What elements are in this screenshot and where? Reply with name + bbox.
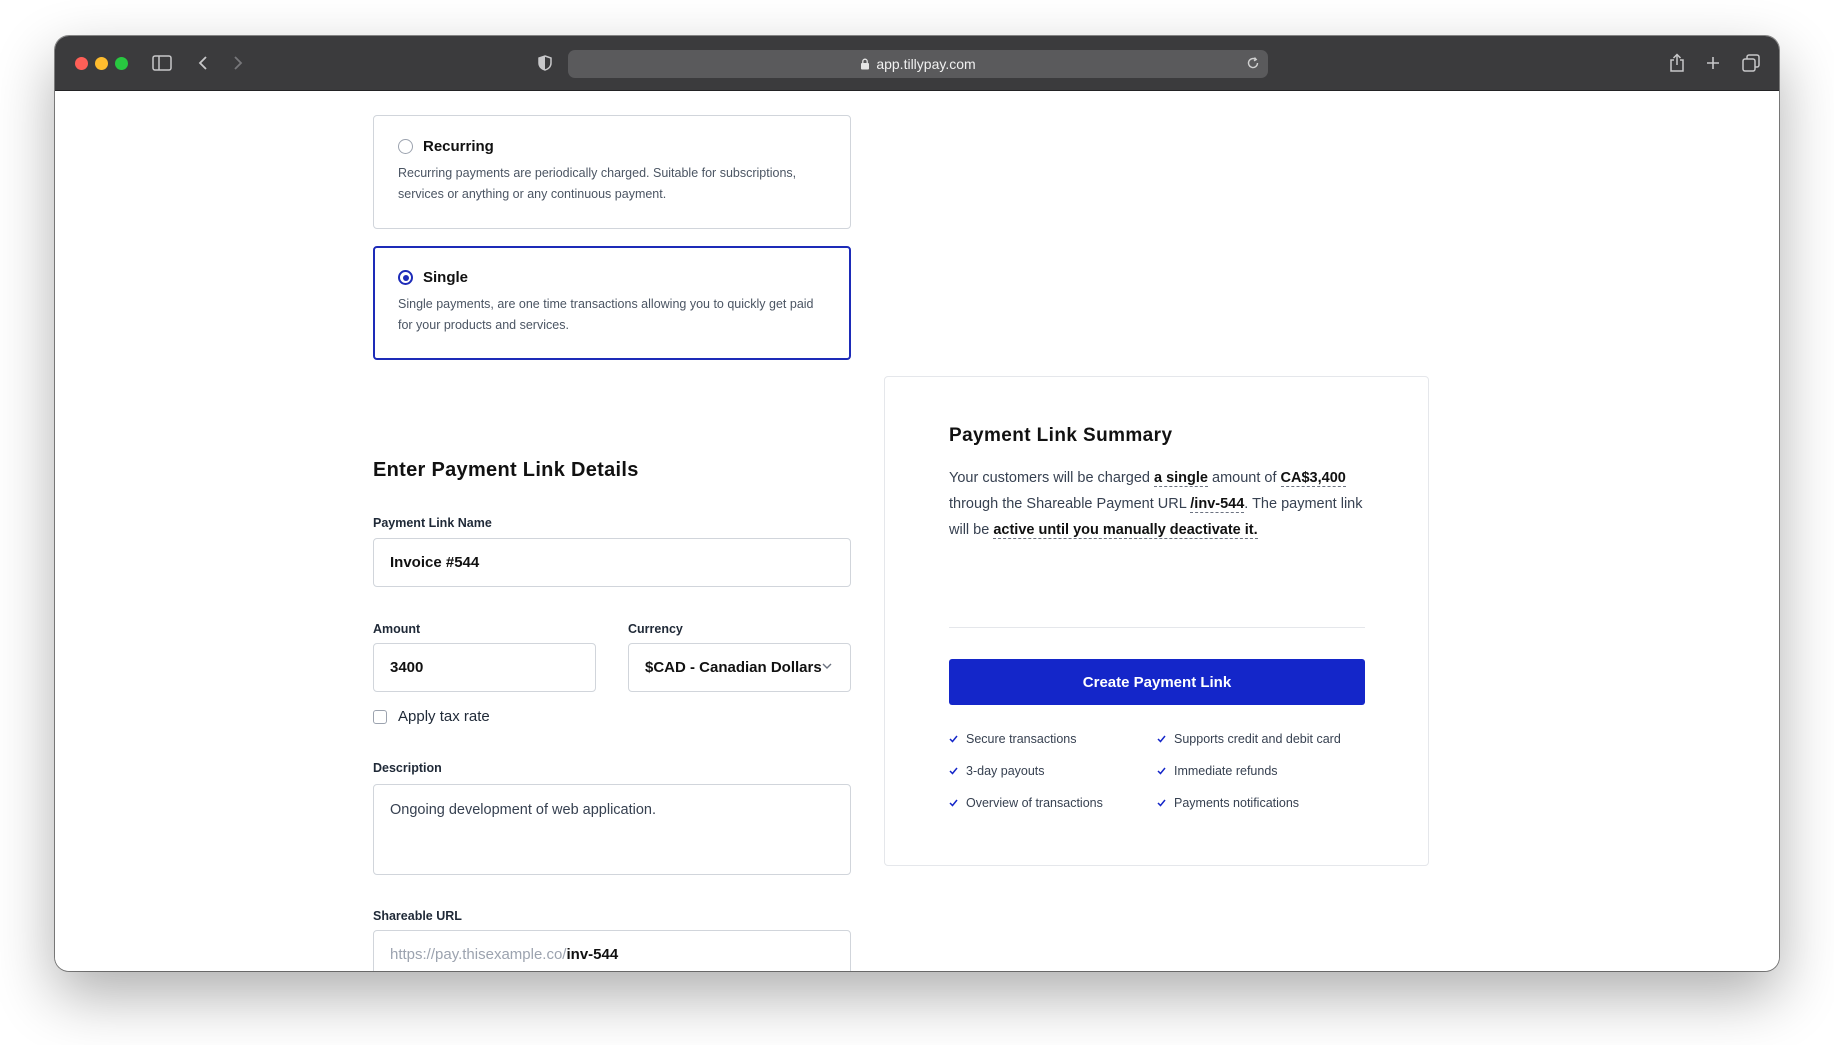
feature-item: Supports credit and debit card: [1157, 732, 1341, 746]
checkmark-icon: [949, 735, 958, 743]
shareable-url-label: Shareable URL: [373, 909, 462, 923]
feature-label: Supports credit and debit card: [1174, 732, 1341, 746]
option-title: Single: [423, 269, 469, 286]
currency-label: Currency: [628, 622, 683, 636]
url-prefix: https://pay.thisexample.co/: [390, 946, 567, 963]
summary-text-part: Your customers will be charged: [949, 470, 1154, 486]
chevron-down-icon: [822, 663, 832, 670]
summary-url: /inv-544: [1190, 496, 1245, 513]
feature-label: Secure transactions: [966, 732, 1077, 746]
recurring-radio[interactable]: [398, 139, 413, 154]
feature-item: Payments notifications: [1157, 796, 1299, 810]
summary-title: Payment Link Summary: [949, 425, 1173, 446]
name-label: Payment Link Name: [373, 516, 492, 530]
feature-label: 3-day payouts: [966, 764, 1045, 778]
feature-label: Overview of transactions: [966, 796, 1103, 810]
option-recurring-header: Recurring: [398, 138, 826, 155]
feature-item: 3-day payouts: [949, 764, 1045, 778]
browser-window: app.tillypay.com Recurring Recurring pay…: [55, 36, 1779, 971]
summary-frequency: a single: [1153, 470, 1208, 487]
option-description: Single payments, are one time transactio…: [398, 297, 814, 332]
sidebar-toggle-icon[interactable]: [152, 53, 172, 73]
create-payment-link-button[interactable]: Create Payment Link: [949, 659, 1365, 705]
currency-select[interactable]: $CAD - Canadian Dollars: [628, 643, 851, 692]
description-textarea[interactable]: Ongoing development of web application.: [373, 784, 851, 875]
summary-amount: CA$3,400: [1280, 470, 1346, 487]
lock-icon: [860, 58, 870, 70]
single-radio[interactable]: [398, 270, 413, 285]
summary-expiry: active until you manually deactivate it.: [993, 522, 1258, 539]
option-title: Recurring: [423, 138, 494, 155]
currency-value: $CAD - Canadian Dollars: [645, 659, 822, 676]
reload-icon[interactable]: [1246, 56, 1260, 70]
amount-value: 3400: [390, 659, 424, 676]
option-single[interactable]: Single Single payments, are one time tra…: [373, 246, 851, 360]
option-single-header: Single: [398, 269, 826, 286]
checkmark-icon: [1157, 735, 1166, 743]
payment-link-summary-card: Payment Link Summary Your customers will…: [884, 376, 1429, 866]
shareable-url-input[interactable]: https://pay.thisexample.co/inv-544: [373, 930, 851, 971]
checkmark-icon: [1157, 799, 1166, 807]
form-section-title: Enter Payment Link Details: [373, 459, 639, 481]
summary-text-part: through the Shareable Payment URL: [949, 496, 1191, 512]
page-content: Recurring Recurring payments are periodi…: [55, 91, 1779, 971]
summary-text: Your customers will be charged a single …: [949, 465, 1369, 543]
payment-link-name-input[interactable]: Invoice #544: [373, 538, 851, 587]
new-tab-icon[interactable]: [1705, 53, 1721, 73]
summary-divider: [949, 627, 1365, 628]
browser-toolbar: app.tillypay.com: [55, 36, 1779, 91]
option-recurring[interactable]: Recurring Recurring payments are periodi…: [373, 115, 851, 229]
zoom-window-button[interactable]: [115, 57, 128, 70]
amount-input[interactable]: 3400: [373, 643, 596, 692]
description-label: Description: [373, 761, 442, 775]
back-icon[interactable]: [198, 53, 208, 73]
minimize-window-button[interactable]: [95, 57, 108, 70]
feature-item: Overview of transactions: [949, 796, 1103, 810]
feature-label: Immediate refunds: [1174, 764, 1278, 778]
share-icon[interactable]: [1669, 53, 1685, 73]
checkmark-icon: [949, 767, 958, 775]
address-bar[interactable]: app.tillypay.com: [568, 50, 1268, 78]
close-window-button[interactable]: [75, 57, 88, 70]
payment-link-name-value: Invoice #544: [390, 554, 480, 571]
summary-text-part: amount of: [1207, 470, 1281, 486]
checkmark-icon: [949, 799, 958, 807]
forward-icon[interactable]: [233, 53, 243, 73]
feature-item: Secure transactions: [949, 732, 1076, 746]
feature-label: Payments notifications: [1174, 796, 1300, 810]
url-text: app.tillypay.com: [876, 56, 976, 72]
apply-tax-label: Apply tax rate: [398, 708, 490, 725]
apply-tax-checkbox[interactable]: [373, 709, 387, 724]
url-slug: inv-544: [566, 946, 619, 963]
option-description: Recurring payments are periodically char…: [398, 166, 797, 201]
amount-label: Amount: [373, 622, 421, 636]
apply-tax-row[interactable]: Apply tax rate: [373, 708, 490, 725]
privacy-shield-icon[interactable]: [538, 53, 552, 73]
checkmark-icon: [1157, 767, 1166, 775]
feature-item: Immediate refunds: [1157, 764, 1278, 778]
tab-overview-icon[interactable]: [1742, 53, 1760, 73]
description-value: Ongoing development of web application.: [390, 802, 657, 818]
